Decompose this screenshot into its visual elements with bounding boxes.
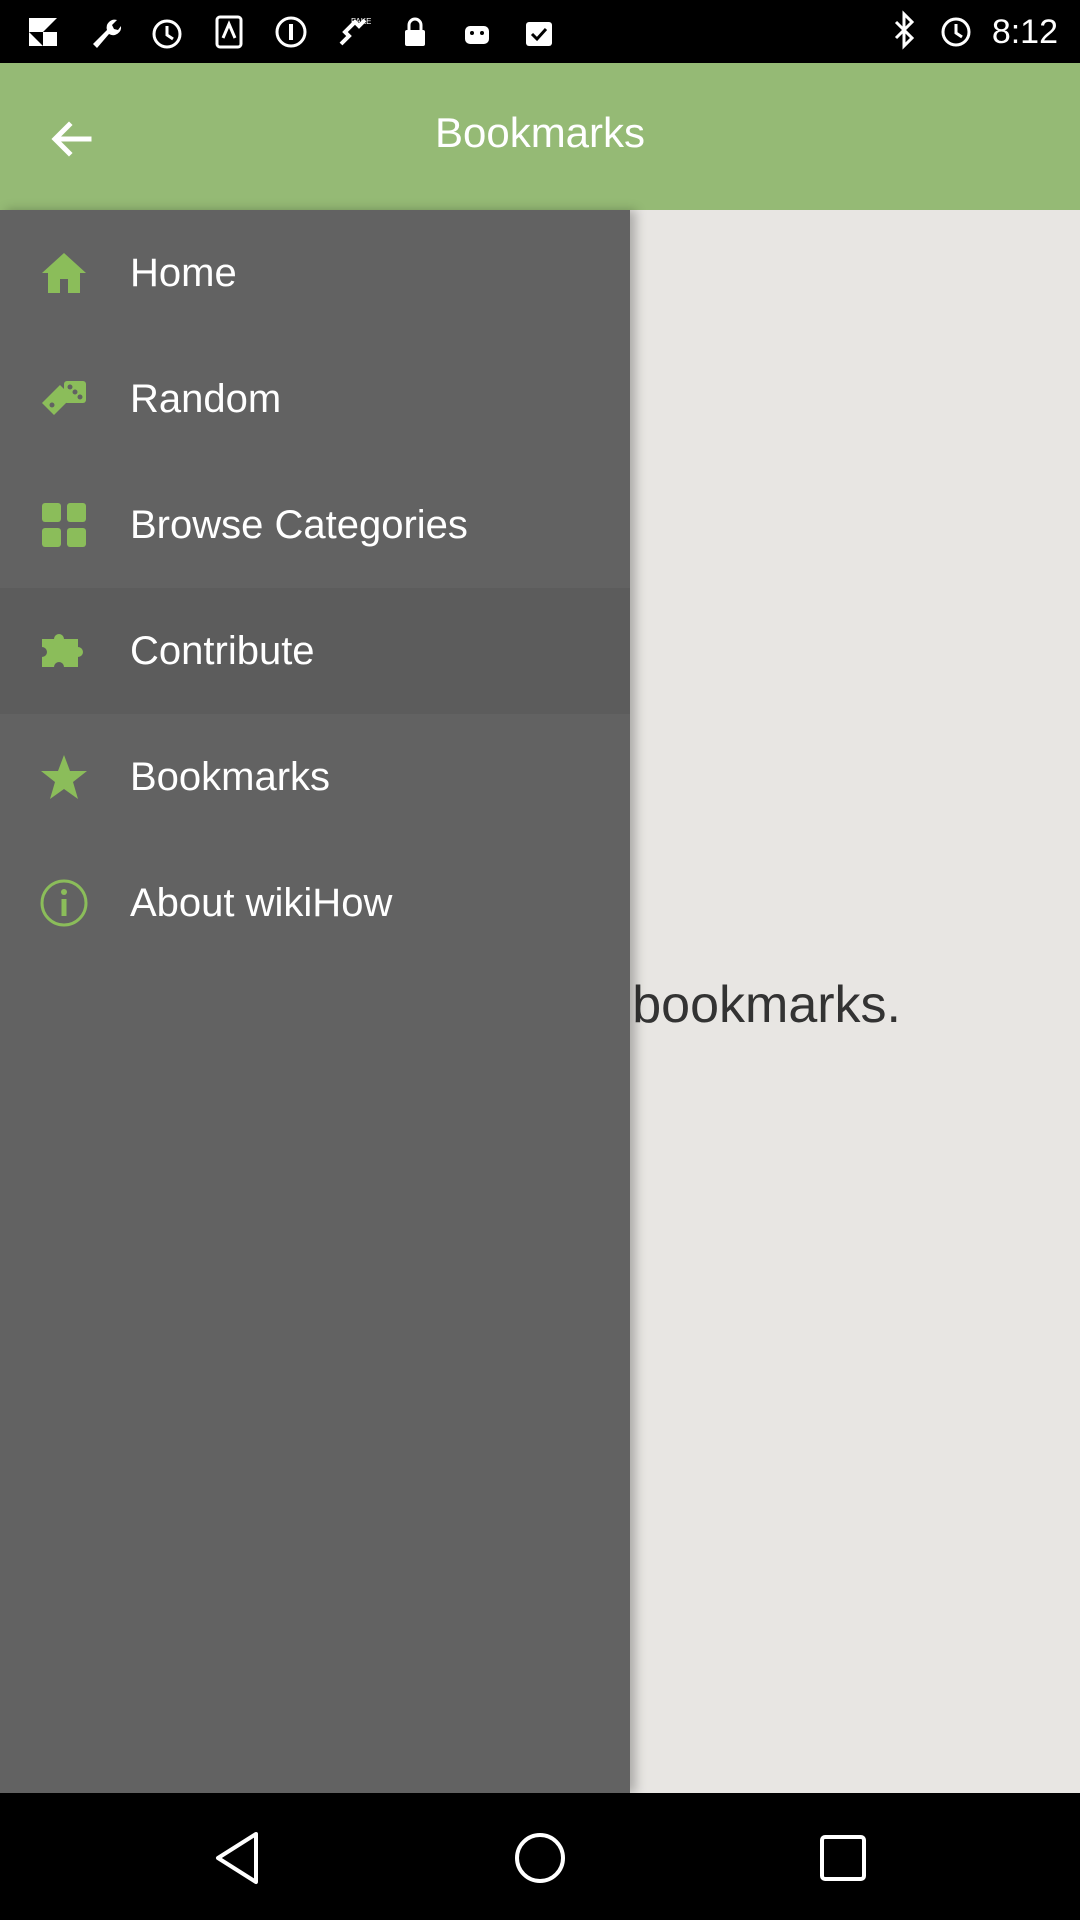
recents-square-icon (820, 1835, 866, 1881)
status-icons-right: 8:12 (890, 9, 1058, 55)
status-bar: FAKE 8:12 (0, 0, 1080, 63)
nav-back-button[interactable] (202, 1823, 272, 1893)
home-icon (32, 241, 96, 305)
star-icon (32, 745, 96, 809)
navigation-drawer: Home Random Browse Categories Contribute… (0, 210, 630, 1793)
alarm-icon (146, 11, 188, 53)
drawer-item-label: About wikiHow (130, 880, 393, 925)
drawer-item-label: Bookmarks (130, 754, 331, 799)
drawer-item-bookmarks[interactable]: Bookmarks (0, 714, 630, 840)
wrench-icon (84, 11, 126, 53)
android-icon (456, 11, 498, 53)
alarm-icon (938, 12, 974, 53)
drawer-item-label: Home (130, 250, 237, 295)
back-triangle-icon (216, 1832, 258, 1884)
drawer-item-label: Browse Categories (130, 502, 468, 547)
settings-icon (270, 11, 312, 53)
drawer-item-about-wikihow[interactable]: About wikiHow (0, 840, 630, 966)
info-icon (32, 871, 96, 935)
drawer-item-label: Contribute (130, 628, 315, 673)
dice-icon (32, 367, 96, 431)
fake-gps-icon: FAKE (332, 11, 374, 53)
sim-icon (208, 11, 250, 53)
app-bar: Bookmarks (0, 63, 1080, 210)
puzzle-icon (32, 619, 96, 683)
drawer-item-random[interactable]: Random (0, 336, 630, 462)
pinwheel-icon (22, 11, 64, 53)
grid-icon (32, 493, 96, 557)
nav-home-button[interactable] (505, 1823, 575, 1893)
status-time: 8:12 (991, 12, 1058, 51)
lock-icon (394, 11, 436, 53)
nav-recents-button[interactable] (808, 1823, 878, 1893)
checkbox-icon (518, 11, 560, 53)
svg-text:FAKE: FAKE (351, 17, 371, 26)
home-circle-icon (515, 1833, 565, 1883)
page-title: Bookmarks (434, 109, 646, 156)
drawer-item-label: Random (130, 376, 282, 421)
drawer-item-contribute[interactable]: Contribute (0, 588, 630, 714)
status-icons-left: FAKE (22, 10, 560, 54)
system-nav-bar (0, 1793, 1080, 1920)
drawer-item-browse-categories[interactable]: Browse Categories (0, 462, 630, 588)
drawer-item-home[interactable]: Home (0, 210, 630, 336)
bluetooth-icon (890, 9, 920, 55)
